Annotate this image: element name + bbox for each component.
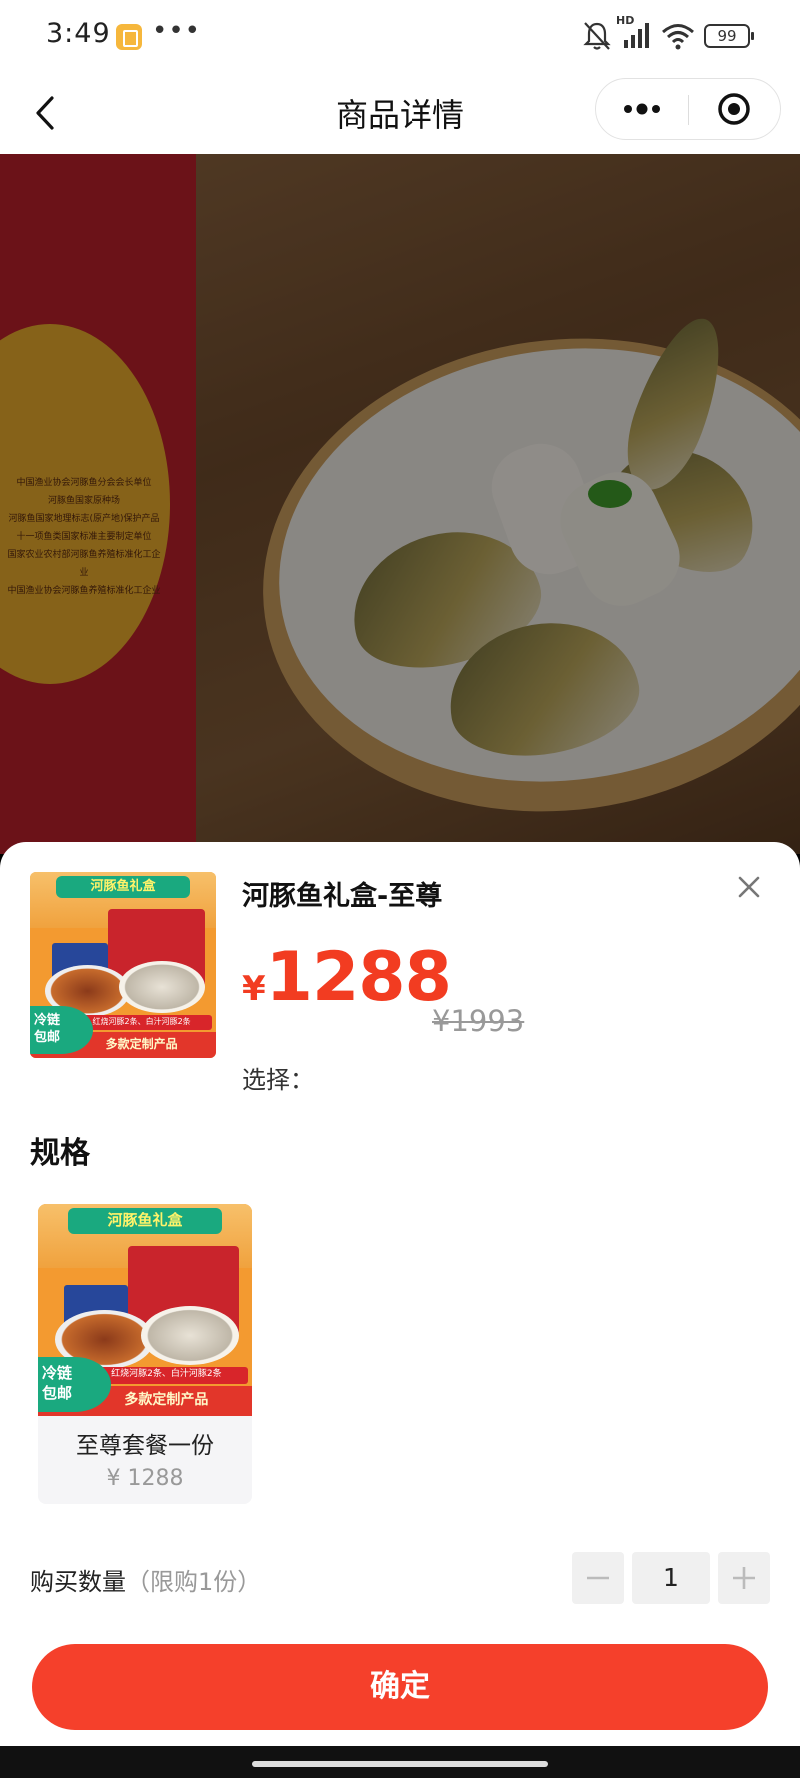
- capsule-menu-button[interactable]: [596, 79, 688, 139]
- close-icon: [738, 876, 760, 898]
- system-nav-bar: [0, 1746, 800, 1778]
- sku-bottom-sheet: 河豚鱼礼盒 红烧河豚2条、白汁河豚2条 多款定制产品 冷链 包邮 河豚鱼礼盒-至…: [0, 842, 800, 1746]
- quantity-label: 购买数量（限购1份）: [30, 1562, 261, 1597]
- gift-image-bowl: [140, 1305, 240, 1366]
- spec-option-name: 至尊套餐一份: [76, 1433, 214, 1459]
- product-hero-image: 中国渔业协会河豚鱼分会会长单位 河豚鱼国家原种场 河豚鱼国家地理标志(原产地)保…: [0, 154, 800, 854]
- gift-image-banner: 河豚鱼礼盒: [67, 1208, 223, 1234]
- close-sheet-button[interactable]: [730, 868, 768, 906]
- gift-box-image: 河豚鱼礼盒 红烧河豚2条、白汁河豚2条 多款定制产品 冷链 包邮: [30, 872, 216, 1058]
- status-time: 3:49: [46, 18, 111, 49]
- quantity-decrease-button[interactable]: [572, 1552, 624, 1604]
- target-circle-icon: [718, 93, 750, 125]
- spec-option-price: ¥ 1288: [106, 1466, 184, 1491]
- current-price: ¥1288: [242, 938, 452, 1017]
- more-dots-icon: [624, 103, 660, 115]
- status-bar: 3:49 ••• HD 99: [0, 0, 800, 72]
- badge-line: 包邮: [34, 1029, 61, 1045]
- home-indicator[interactable]: [252, 1761, 548, 1767]
- notification-app-icon: [116, 24, 142, 50]
- original-price: ¥1993: [432, 1004, 525, 1038]
- gift-box-image: 河豚鱼礼盒 红烧河豚2条、白汁河豚2条 多款定制产品 冷链 包邮: [38, 1204, 252, 1416]
- spec-option[interactable]: 河豚鱼礼盒 红烧河豚2条、白汁河豚2条 多款定制产品 冷链 包邮 至尊套餐一份 …: [38, 1204, 252, 1504]
- plus-icon: [733, 1567, 755, 1589]
- battery-indicator: 99: [704, 24, 754, 48]
- badge-line: 冷链: [34, 1012, 61, 1028]
- price-value: 1288: [265, 938, 452, 1017]
- nav-bar: 商品详情: [0, 72, 800, 154]
- quantity-input[interactable]: 1: [632, 1552, 710, 1604]
- wifi-icon: [662, 24, 694, 50]
- gift-image-badge: 冷链 包邮: [30, 1005, 94, 1055]
- product-thumbnail: 河豚鱼礼盒 红烧河豚2条、白汁河豚2条 多款定制产品 冷链 包邮: [30, 872, 216, 1058]
- sheet-overlay[interactable]: [0, 154, 800, 854]
- badge-line: 冷链: [42, 1363, 73, 1382]
- minus-icon: [587, 1576, 609, 1580]
- bell-off-icon: [583, 22, 611, 50]
- quantity-limit: （限购1份）: [126, 1568, 262, 1596]
- status-more-icon: •••: [152, 16, 202, 46]
- gift-image-banner: 河豚鱼礼盒: [56, 875, 190, 899]
- capsule-divider: [688, 95, 689, 125]
- confirm-button[interactable]: 确定: [32, 1644, 768, 1730]
- gift-image-badge: 冷链 包邮: [38, 1356, 111, 1412]
- badge-line: 包邮: [42, 1383, 73, 1402]
- currency-symbol: ¥: [242, 969, 266, 1009]
- signal-icon: [624, 23, 649, 48]
- mini-program-capsule: [595, 78, 781, 140]
- spec-option-image: 河豚鱼礼盒 红烧河豚2条、白汁河豚2条 多款定制产品 冷链 包邮: [38, 1204, 252, 1416]
- quantity-label-text: 购买数量: [30, 1568, 126, 1596]
- selection-label: 选择：: [242, 1066, 314, 1094]
- quantity-increase-button[interactable]: [718, 1552, 770, 1604]
- product-name: 河豚鱼礼盒-至尊: [242, 881, 443, 912]
- capsule-close-button[interactable]: [694, 79, 780, 139]
- gift-image-bowl: [119, 961, 205, 1014]
- spec-section-title: 规格: [30, 1136, 90, 1171]
